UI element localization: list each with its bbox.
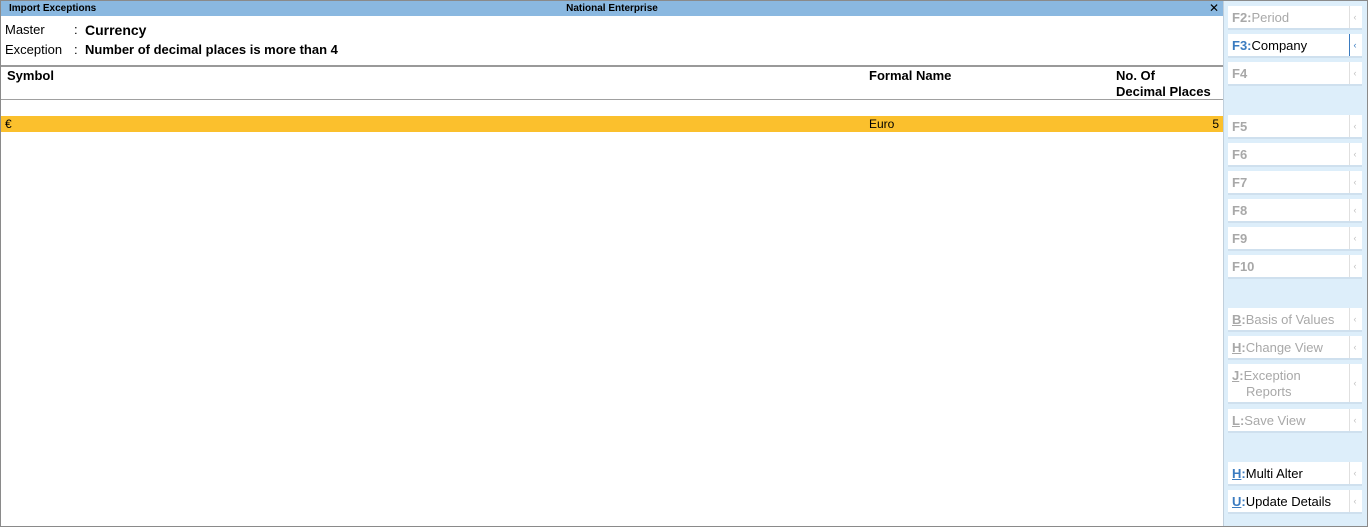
chevron-left-icon: ‹	[1349, 308, 1360, 330]
f8-button[interactable]: F8 ‹	[1228, 199, 1362, 223]
header-bottom-divider	[1, 99, 1223, 100]
f5-button[interactable]: F5 ‹	[1228, 115, 1362, 139]
f4-button[interactable]: F4 ‹	[1228, 62, 1362, 86]
table-row[interactable]: € Euro 5	[1, 116, 1223, 132]
chevron-left-icon: ‹	[1349, 199, 1360, 221]
button-bar: F2:Period ‹ F3:Company ‹ F4 ‹ F5 ‹ F6 ‹ …	[1223, 1, 1367, 526]
chevron-left-icon: ‹	[1349, 171, 1360, 193]
app-window: Import Exceptions National Enterprise ✕ …	[0, 0, 1368, 527]
chevron-left-icon: ‹	[1349, 34, 1360, 56]
master-value: Currency	[85, 22, 147, 38]
column-header-symbol: Symbol	[7, 68, 54, 83]
chevron-left-icon: ‹	[1349, 115, 1360, 137]
header-top-divider	[1, 65, 1223, 67]
f9-button[interactable]: F9 ‹	[1228, 227, 1362, 251]
multi-alter-button[interactable]: H:Multi Alter ‹	[1228, 462, 1362, 486]
chevron-left-icon: ‹	[1349, 227, 1360, 249]
cell-formal-name: Euro	[869, 117, 895, 131]
column-header-decimal-places: No. Of Decimal Places	[1116, 68, 1211, 100]
main-panel: Import Exceptions National Enterprise ✕ …	[1, 1, 1223, 526]
decimal-header-line2: Decimal Places	[1116, 84, 1211, 99]
cell-symbol: €	[5, 117, 12, 131]
chevron-left-icon: ‹	[1349, 143, 1360, 165]
chevron-left-icon: ‹	[1349, 490, 1360, 512]
decimal-header-line1: No. Of	[1116, 68, 1155, 83]
chevron-left-icon: ‹	[1349, 364, 1360, 402]
master-colon: :	[74, 22, 78, 37]
exception-colon: :	[74, 42, 78, 57]
f6-button[interactable]: F6 ‹	[1228, 143, 1362, 167]
close-icon[interactable]: ✕	[1209, 1, 1219, 16]
title-bar: Import Exceptions National Enterprise ✕	[1, 1, 1223, 16]
chevron-left-icon: ‹	[1349, 255, 1360, 277]
f3-company-button[interactable]: F3:Company ‹	[1228, 34, 1362, 58]
save-view-button[interactable]: L:Save View ‹	[1228, 409, 1362, 433]
chevron-left-icon: ‹	[1349, 409, 1360, 431]
chevron-left-icon: ‹	[1349, 336, 1360, 358]
chevron-left-icon: ‹	[1349, 62, 1360, 84]
cell-decimal-places: 5	[1212, 117, 1219, 131]
f2-period-button[interactable]: F2:Period ‹	[1228, 6, 1362, 30]
column-header-formal-name: Formal Name	[869, 68, 952, 83]
update-details-button[interactable]: U:Update Details ‹	[1228, 490, 1362, 514]
f7-button[interactable]: F7 ‹	[1228, 171, 1362, 195]
chevron-left-icon: ‹	[1349, 6, 1360, 28]
master-label: Master	[5, 22, 45, 37]
change-view-button[interactable]: H:Change View ‹	[1228, 336, 1362, 360]
basis-of-values-button[interactable]: B:Basis of Values ‹	[1228, 308, 1362, 332]
chevron-left-icon: ‹	[1349, 462, 1360, 484]
company-name: National Enterprise	[566, 3, 658, 14]
f10-button[interactable]: F10 ‹	[1228, 255, 1362, 279]
exception-reports-button[interactable]: J:Exception Reports ‹	[1228, 364, 1362, 404]
exception-value: Number of decimal places is more than 4	[85, 42, 338, 57]
exception-label: Exception	[5, 42, 63, 57]
